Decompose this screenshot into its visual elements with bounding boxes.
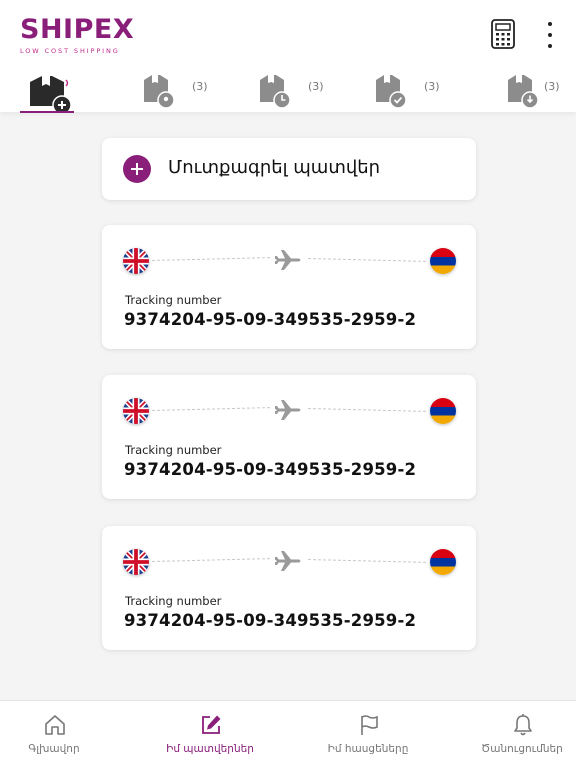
nav-notifications[interactable]: Ծանուցումներ [450, 701, 576, 768]
airplane-icon [274, 245, 304, 275]
package-add-icon [30, 76, 72, 112]
order-card[interactable]: Tracking number 9374204-95-09-349535-295… [102, 526, 476, 650]
package-download-icon [508, 75, 539, 108]
airplane-icon [274, 395, 304, 425]
nav-home-label: Գլխավոր [28, 743, 80, 755]
order-card[interactable]: Tracking number 9374204-95-09-349535-295… [102, 375, 476, 499]
logo-tagline: LOW COST SHIPPING [20, 47, 120, 55]
package-clock-icon [260, 75, 291, 108]
uk-flag-icon [123, 549, 149, 575]
nav-my-addresses[interactable]: Իմ հասցեները [296, 701, 440, 768]
more-options-button[interactable] [540, 18, 560, 50]
plus-icon [123, 155, 151, 183]
app-header: SHIPEX LOW COST SHIPPING (3) (3) (3) (3) [0, 0, 576, 112]
tab-in-warehouse[interactable]: (3) [142, 68, 222, 112]
order-status-tabs: (3) (3) (3) (3) [0, 68, 576, 112]
armenia-flag-icon [430, 248, 456, 274]
tab-received[interactable]: (3) [506, 68, 576, 112]
package-check-icon [376, 75, 407, 108]
calculator-button[interactable] [488, 18, 518, 50]
armenia-flag-icon [430, 549, 456, 575]
tracking-number-value: 9374204-95-09-349535-2959-2 [124, 310, 417, 329]
tab-new-order[interactable] [28, 68, 78, 112]
add-order-button[interactable]: Մուտքագրել պատվեր [102, 138, 476, 200]
nav-notifications-label: Ծանուցումներ [481, 743, 563, 755]
airplane-icon [274, 546, 304, 576]
add-order-label: Մուտքագրել պատվեր [168, 157, 381, 178]
uk-flag-icon [123, 248, 149, 274]
route-line [307, 408, 426, 412]
route-line [151, 407, 270, 411]
tab-count: (3) [192, 80, 208, 93]
tab-delivered[interactable]: (3) [374, 68, 454, 112]
active-tab-indicator [20, 111, 74, 113]
tracking-number-label: Tracking number [125, 443, 222, 457]
shipping-route [102, 375, 476, 445]
nav-my-addresses-label: Իմ հասցեները [327, 743, 409, 755]
package-location-icon [144, 75, 175, 108]
shipping-route [102, 225, 476, 295]
shipping-route [102, 526, 476, 596]
nav-my-orders[interactable]: Իմ պատվերներ [138, 701, 282, 768]
nav-home[interactable]: Գլխավոր [0, 701, 126, 768]
tab-count: (3) [544, 80, 560, 93]
route-line [151, 558, 270, 562]
edit-icon [202, 715, 221, 734]
logo-text: SHIPEX [20, 14, 135, 45]
tab-count: (3) [424, 80, 440, 93]
more-vertical-icon [540, 18, 560, 48]
route-line [307, 559, 426, 563]
uk-flag-icon [123, 398, 149, 424]
shipex-logo[interactable]: SHIPEX LOW COST SHIPPING [20, 14, 138, 58]
tracking-number-value: 9374204-95-09-349535-2959-2 [124, 460, 417, 479]
bottom-navigation: Գլխավոր Իմ պատվերներ Իմ հասցեները Ծանուց… [0, 700, 576, 768]
tracking-number-value: 9374204-95-09-349535-2959-2 [124, 611, 417, 630]
tracking-number-label: Tracking number [125, 594, 222, 608]
bell-icon [514, 714, 532, 736]
tracking-number-label: Tracking number [125, 293, 222, 307]
tab-count: (3) [308, 80, 324, 93]
route-line [151, 257, 270, 261]
route-line [307, 258, 426, 262]
nav-my-orders-label: Իմ պատվերներ [166, 743, 254, 755]
calculator-icon [491, 19, 515, 49]
order-card[interactable]: Tracking number 9374204-95-09-349535-295… [102, 225, 476, 349]
flag-icon [361, 715, 378, 735]
home-icon [45, 715, 65, 735]
tab-pending[interactable]: (3) [258, 68, 338, 112]
armenia-flag-icon [430, 398, 456, 424]
